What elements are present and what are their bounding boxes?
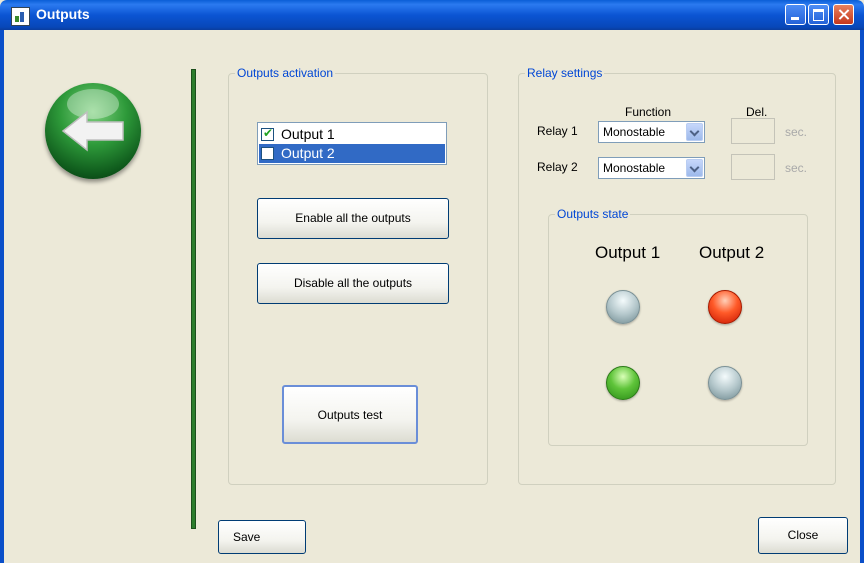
outputs-listbox[interactable]: Output 1 Output 2 xyxy=(257,122,447,165)
back-button[interactable] xyxy=(45,83,141,179)
vertical-divider xyxy=(191,69,196,529)
outputs-test-label: Outputs test xyxy=(317,408,383,422)
output-2-led-bottom xyxy=(708,366,742,400)
output-1-label: Output 1 xyxy=(281,126,335,142)
outputs-test-button[interactable]: Outputs test xyxy=(282,385,418,444)
state-column-output-1: Output 1 xyxy=(595,243,661,262)
relay-2-delay-input[interactable] xyxy=(731,154,775,180)
list-item-output-2[interactable]: Output 2 xyxy=(259,144,445,163)
output-1-checkbox[interactable] xyxy=(261,126,274,141)
enable-all-outputs-button[interactable]: Enable all the outputs xyxy=(257,198,449,239)
relay-2-unit: sec. xyxy=(785,161,808,175)
function-header: Function xyxy=(625,105,672,119)
relay-1-function-select[interactable]: Monostable xyxy=(598,121,705,143)
window-frame-right xyxy=(860,30,864,563)
app-chart-icon xyxy=(11,7,30,26)
relay-2-function-select[interactable]: Monostable xyxy=(598,157,705,179)
minimize-icon[interactable] xyxy=(785,4,806,25)
output-1-led-top xyxy=(606,290,640,324)
chevron-down-icon[interactable] xyxy=(686,159,703,177)
output-2-led-top xyxy=(708,290,742,324)
output-1-led-bottom xyxy=(606,366,640,400)
outputs-state-legend: Outputs state xyxy=(557,207,629,221)
back-arrow-icon xyxy=(61,110,124,152)
close-label: Close xyxy=(787,528,819,542)
window-title: Outputs xyxy=(36,6,90,22)
relay-1-unit: sec. xyxy=(785,125,808,139)
close-button[interactable]: Close xyxy=(758,517,848,554)
save-button[interactable]: Save xyxy=(218,520,306,554)
list-item-output-1[interactable]: Output 1 xyxy=(259,125,445,144)
enable-all-label: Enable all the outputs xyxy=(295,211,411,225)
relay-1-delay-input[interactable] xyxy=(731,118,775,144)
delay-header: Del. xyxy=(746,105,768,119)
save-label: Save xyxy=(233,530,261,544)
maximize-icon[interactable] xyxy=(808,4,829,25)
title-bar[interactable]: Outputs xyxy=(0,0,864,30)
state-column-output-2: Output 2 xyxy=(699,243,765,262)
window-frame-left xyxy=(0,30,4,563)
relay-2-function-value: Monostable xyxy=(603,161,666,175)
outputs-activation-legend: Outputs activation xyxy=(237,66,334,80)
relay-1-function-value: Monostable xyxy=(603,125,666,139)
close-icon[interactable] xyxy=(833,4,854,25)
relay-2-label: Relay 2 xyxy=(537,160,578,174)
relay-1-label: Relay 1 xyxy=(537,124,578,138)
output-2-label: Output 2 xyxy=(281,145,335,161)
relay-settings-legend: Relay settings xyxy=(527,66,603,80)
chevron-down-icon[interactable] xyxy=(686,123,703,141)
disable-all-label: Disable all the outputs xyxy=(293,276,413,290)
disable-all-outputs-button[interactable]: Disable all the outputs xyxy=(257,263,449,304)
outputs-state-group: Outputs state xyxy=(548,207,808,446)
output-2-checkbox[interactable] xyxy=(261,147,274,160)
